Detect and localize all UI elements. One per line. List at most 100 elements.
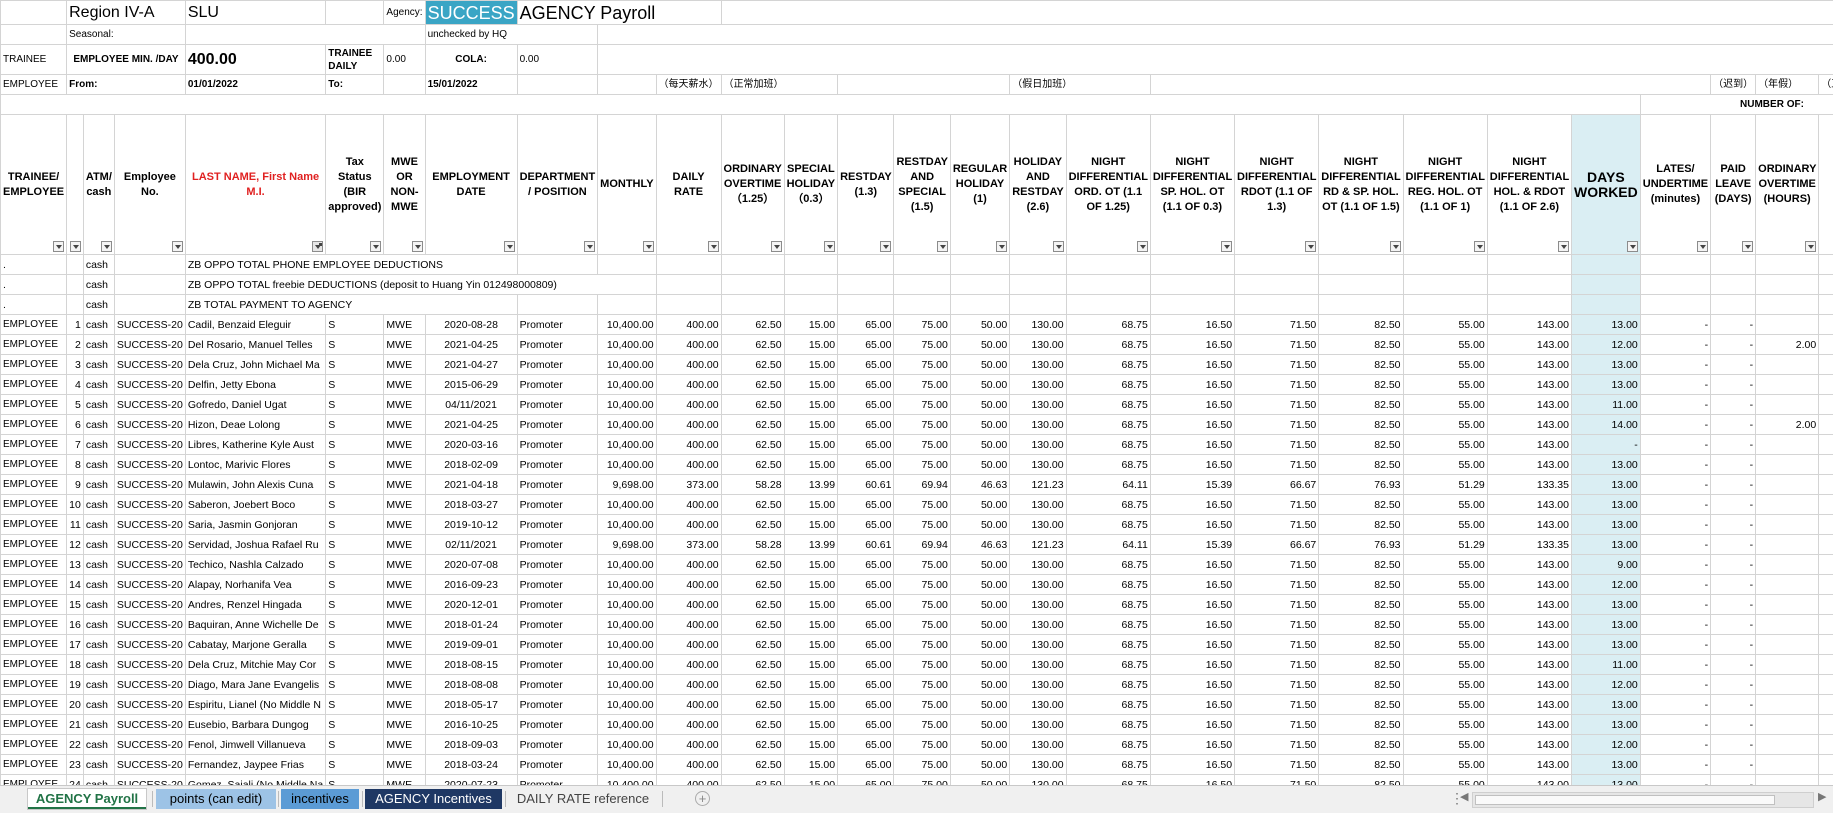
- cell-late[interactable]: -: [1640, 475, 1710, 495]
- cell-name[interactable]: Saberon, Joebert Boco: [185, 495, 325, 515]
- cell-sh[interactable]: 15.00: [784, 595, 838, 615]
- cell-name[interactable]: Fernandez, Jaypee Frias: [185, 755, 325, 775]
- cell[interactable]: [1640, 255, 1710, 275]
- cell-tax[interactable]: S: [326, 395, 384, 415]
- cell-leave[interactable]: -: [1711, 315, 1756, 335]
- cell-rd[interactable]: 60.61: [838, 535, 894, 555]
- cell-daily[interactable]: 400.00: [656, 715, 721, 735]
- cell-date[interactable]: 2019-09-01: [425, 635, 517, 655]
- cell-hr[interactable]: 121.23: [1010, 475, 1066, 495]
- cell-dept[interactable]: Promoter: [517, 735, 598, 755]
- cell-mwe[interactable]: MWE: [384, 495, 425, 515]
- cell-hr[interactable]: 130.00: [1010, 455, 1066, 475]
- cell-late[interactable]: -: [1640, 675, 1710, 695]
- cell-no[interactable]: 7: [67, 435, 84, 455]
- cell-oth[interactable]: [1756, 455, 1819, 475]
- cell-ot[interactable]: 62.50: [721, 675, 784, 695]
- cell-days[interactable]: 13.00: [1571, 515, 1640, 535]
- cell-emp[interactable]: SUCCESS-20: [114, 395, 185, 415]
- cell-n1[interactable]: 68.75: [1066, 415, 1150, 435]
- tab-points[interactable]: points (can edit): [156, 789, 276, 809]
- cell-type[interactable]: EMPLOYEE: [1, 735, 67, 755]
- cell-daily[interactable]: 400.00: [656, 455, 721, 475]
- cell-n2[interactable]: 16.50: [1150, 635, 1234, 655]
- cell[interactable]: [1819, 315, 1833, 335]
- filter-dropdown-icon[interactable]: [1137, 241, 1148, 252]
- cell-oth[interactable]: [1756, 775, 1819, 786]
- cell[interactable]: [1819, 775, 1833, 786]
- cell-late[interactable]: -: [1640, 715, 1710, 735]
- cell-leave[interactable]: -: [1711, 435, 1756, 455]
- cell-n6[interactable]: 143.00: [1487, 455, 1571, 475]
- filter-dropdown-icon[interactable]: [937, 241, 948, 252]
- cell-n2[interactable]: 16.50: [1150, 615, 1234, 635]
- cell[interactable]: [1819, 255, 1833, 275]
- cell-no[interactable]: 2: [67, 335, 84, 355]
- cell-tax[interactable]: S: [326, 355, 384, 375]
- cell-monthly[interactable]: 10,400.00: [598, 555, 656, 575]
- cell-daily[interactable]: 400.00: [656, 555, 721, 575]
- cell-rds[interactable]: 75.00: [894, 615, 950, 635]
- cell-n2[interactable]: 16.50: [1150, 455, 1234, 475]
- cell-days[interactable]: 12.00: [1571, 575, 1640, 595]
- cell-late[interactable]: -: [1640, 455, 1710, 475]
- cell-oth[interactable]: [1756, 695, 1819, 715]
- cell[interactable]: .: [1, 295, 67, 315]
- cell[interactable]: [1010, 255, 1066, 275]
- cell-rh[interactable]: 50.00: [950, 555, 1009, 575]
- cell-hr[interactable]: 130.00: [1010, 375, 1066, 395]
- cell-cash[interactable]: cash: [83, 615, 114, 635]
- cell-date[interactable]: 04/11/2021: [425, 395, 517, 415]
- cell-n2[interactable]: 16.50: [1150, 655, 1234, 675]
- scrollbar-thumb[interactable]: [1475, 795, 1775, 805]
- cell-rh[interactable]: 50.00: [950, 755, 1009, 775]
- cell-n4[interactable]: 82.50: [1319, 375, 1403, 395]
- cell-ot[interactable]: 62.50: [721, 555, 784, 575]
- cell-n2[interactable]: 16.50: [1150, 515, 1234, 535]
- cell-rds[interactable]: 75.00: [894, 355, 950, 375]
- cell-cash[interactable]: cash: [83, 455, 114, 475]
- filter-dropdown-icon[interactable]: [1558, 241, 1569, 252]
- cell[interactable]: [656, 255, 721, 275]
- cell-name[interactable]: Dela Cruz, John Michael Ma: [185, 355, 325, 375]
- cell-cash[interactable]: cash: [83, 715, 114, 735]
- cell-n1[interactable]: 68.75: [1066, 615, 1150, 635]
- cell-type[interactable]: EMPLOYEE: [1, 555, 67, 575]
- cell-leave[interactable]: -: [1711, 735, 1756, 755]
- cell-days[interactable]: 13.00: [1571, 455, 1640, 475]
- cell-cash[interactable]: cash: [83, 595, 114, 615]
- cell-n1[interactable]: 68.75: [1066, 655, 1150, 675]
- cell-n4[interactable]: 82.50: [1319, 315, 1403, 335]
- cell-sh[interactable]: 15.00: [784, 715, 838, 735]
- cell-n4[interactable]: 82.50: [1319, 415, 1403, 435]
- cell-n5[interactable]: 55.00: [1403, 375, 1487, 395]
- cell-n5[interactable]: 55.00: [1403, 315, 1487, 335]
- filter-dropdown-icon[interactable]: [172, 241, 183, 252]
- cell-days[interactable]: 13.00: [1571, 595, 1640, 615]
- cn-holiday-label[interactable]: （假日加班）: [1010, 75, 1151, 95]
- cell-date[interactable]: 2018-08-15: [425, 655, 517, 675]
- cell-mwe[interactable]: MWE: [384, 735, 425, 755]
- cell-leave[interactable]: -: [1711, 695, 1756, 715]
- cell[interactable]: [1819, 595, 1833, 615]
- cell-dept[interactable]: Promoter: [517, 535, 598, 555]
- cell-oth[interactable]: [1756, 715, 1819, 735]
- cell-n3[interactable]: 71.50: [1235, 595, 1319, 615]
- cell-sh[interactable]: 15.00: [784, 335, 838, 355]
- cell-daily[interactable]: 400.00: [656, 515, 721, 535]
- cell-rd[interactable]: 65.00: [838, 675, 894, 695]
- cell[interactable]: [598, 255, 656, 275]
- cell-mwe[interactable]: MWE: [384, 475, 425, 495]
- cell-days[interactable]: 13.00: [1571, 715, 1640, 735]
- cell-mwe[interactable]: MWE: [384, 315, 425, 335]
- cell-dept[interactable]: Promoter: [517, 455, 598, 475]
- cell-n3[interactable]: 71.50: [1235, 735, 1319, 755]
- cell-emp[interactable]: SUCCESS-20: [114, 475, 185, 495]
- cell-n4[interactable]: 82.50: [1319, 735, 1403, 755]
- cell-sh[interactable]: 15.00: [784, 695, 838, 715]
- cell[interactable]: [517, 255, 598, 275]
- cell-type[interactable]: EMPLOYEE: [1, 595, 67, 615]
- cell-n3[interactable]: 71.50: [1235, 695, 1319, 715]
- cell-hr[interactable]: 130.00: [1010, 595, 1066, 615]
- column-header[interactable]: [67, 115, 84, 255]
